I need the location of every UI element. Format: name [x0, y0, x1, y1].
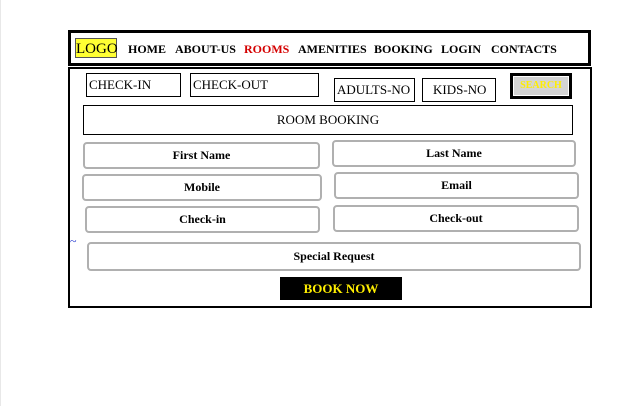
- nav-link-booking[interactable]: BOOKING: [374, 42, 433, 57]
- email-field[interactable]: Email: [334, 172, 579, 199]
- nav-link-contacts[interactable]: CONTACTS: [491, 42, 557, 57]
- booking-panel: CHECK-IN CHECK-OUT ADULTS-NO KIDS-NO SEA…: [68, 67, 592, 308]
- check-in-field[interactable]: Check-in: [85, 206, 320, 233]
- nav-link-about-us[interactable]: ABOUT-US: [175, 42, 236, 57]
- search-kids-field[interactable]: KIDS-NO: [422, 78, 496, 102]
- search-button[interactable]: SEARCH: [510, 73, 572, 99]
- nav-link-amenities[interactable]: AMENITIES: [298, 42, 367, 57]
- search-check-out-field[interactable]: CHECK-OUT: [190, 73, 319, 97]
- page-frame-edge: [0, 0, 1, 406]
- search-adults-field[interactable]: ADULTS-NO: [334, 78, 415, 102]
- last-name-field[interactable]: Last Name: [332, 140, 576, 167]
- special-request-field[interactable]: Special Request: [87, 242, 581, 271]
- room-booking-title: ROOM BOOKING: [83, 105, 573, 135]
- check-out-field[interactable]: Check-out: [333, 205, 579, 232]
- spellcheck-squiggle-icon: ~: [70, 234, 77, 248]
- nav-link-login[interactable]: LOGIN: [441, 42, 481, 57]
- logo: LOGO: [75, 38, 118, 58]
- mobile-field[interactable]: Mobile: [82, 174, 322, 201]
- search-check-in-field[interactable]: CHECK-IN: [86, 73, 181, 97]
- book-now-button[interactable]: BOOK NOW: [280, 277, 402, 300]
- nav-link-home[interactable]: HOME: [128, 42, 166, 57]
- navbar: LOGO HOME ABOUT-US ROOMS AMENITIES BOOKI…: [68, 30, 591, 66]
- first-name-field[interactable]: First Name: [83, 142, 320, 169]
- nav-link-rooms[interactable]: ROOMS: [244, 42, 289, 57]
